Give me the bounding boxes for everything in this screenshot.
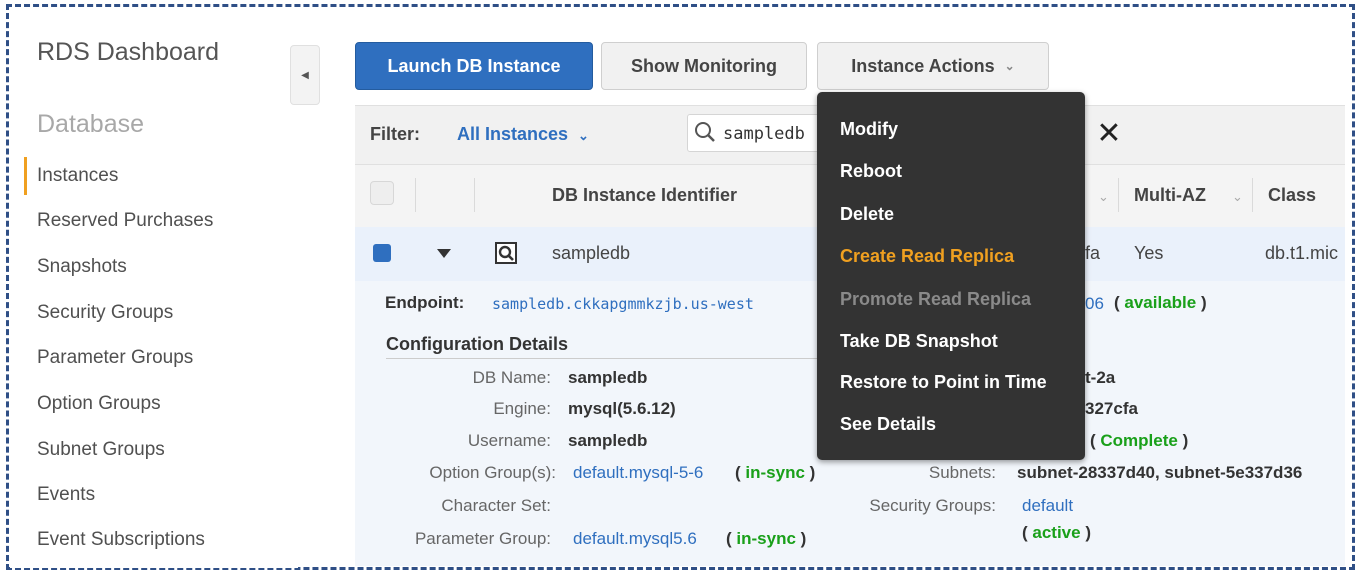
menu-item-delete[interactable]: Delete — [840, 204, 894, 225]
menu-item-see-details[interactable]: See Details — [840, 414, 936, 435]
option-group-status-badge: ( in-sync ) — [735, 463, 816, 482]
row-multi-az: Yes — [1134, 243, 1164, 263]
menu-item-modify[interactable]: Modify — [840, 119, 898, 140]
row-identifier: sampledb — [552, 243, 631, 263]
security-group-status: active — [1032, 523, 1081, 542]
security-group-status-badge: ( active ) — [1022, 523, 1091, 542]
sort-icon[interactable]: ⌄ — [1232, 189, 1243, 205]
sidebar-item-snapshots[interactable]: Snapshots — [37, 256, 127, 278]
sidebar-section-database: Database — [37, 110, 145, 138]
column-header-class[interactable]: Class — [1268, 185, 1316, 206]
expand-caret-icon[interactable] — [437, 249, 451, 259]
subnet-group-status-badge: ( Complete ) — [1090, 431, 1189, 450]
menu-item-promote-read-replica: Promote Read Replica — [840, 289, 1032, 309]
endpoint-label: Endpoint: — [385, 293, 465, 312]
filter-value: All Instances — [457, 124, 569, 144]
column-divider — [1252, 178, 1253, 212]
chevron-down-icon: ⌄ — [578, 128, 589, 143]
column-divider — [474, 178, 475, 212]
subnet-group-status: Complete — [1100, 431, 1178, 450]
inspect-icon[interactable] — [495, 242, 517, 264]
endpoint-port: 06 — [1085, 294, 1104, 313]
configuration-title: Configuration Details — [386, 334, 569, 354]
column-divider — [1118, 178, 1119, 212]
sidebar-item-security-groups[interactable]: Security Groups — [37, 302, 173, 324]
sidebar-item-instances[interactable]: Instances — [37, 165, 118, 187]
db-name-value: sampledb — [568, 368, 648, 387]
chevron-left-icon: ◀ — [301, 69, 309, 81]
collapse-sidebar-button[interactable]: ◀ — [290, 45, 320, 105]
parameter-group-status: in-sync — [736, 529, 796, 548]
sidebar-title[interactable]: RDS Dashboard — [37, 38, 219, 67]
column-header-multi-az[interactable]: Multi-AZ — [1134, 185, 1206, 206]
sidebar-item-events[interactable]: Events — [37, 484, 95, 506]
vpc-partial: 327cfa — [1085, 399, 1138, 418]
column-header-identifier[interactable]: DB Instance Identifier — [552, 185, 737, 206]
chevron-down-icon: ⌄ — [1004, 59, 1015, 73]
show-monitoring-button[interactable]: Show Monitoring — [601, 42, 807, 90]
username-label: Username: — [467, 431, 551, 450]
launch-db-instance-button[interactable]: Launch DB Instance — [355, 42, 593, 90]
subnets-value: subnet-28337d40, subnet-5e337d36 — [1017, 463, 1303, 482]
clear-search-icon[interactable]: ✕ — [1094, 116, 1124, 150]
instance-actions-label: Instance Actions — [851, 55, 995, 76]
menu-item-restore-to-point-in-time[interactable]: Restore to Point in Time — [840, 372, 1047, 393]
select-all-checkbox[interactable] — [370, 181, 394, 205]
availability-zone-partial: t-2a — [1085, 368, 1116, 387]
endpoint-value[interactable]: sampledb.ckkapgmmkzjb.us-west — [492, 295, 754, 313]
search-icon — [695, 122, 715, 142]
instance-actions-button[interactable]: Instance Actions ⌄ — [817, 42, 1049, 90]
sidebar-item-reserved-purchases[interactable]: Reserved Purchases — [37, 210, 213, 232]
instance-actions-menu: Modify Reboot Delete Create Read Replica… — [817, 92, 1085, 460]
db-name-label: DB Name: — [472, 368, 551, 387]
subnets-label: Subnets: — [928, 463, 996, 482]
option-group-label: Option Group(s): — [429, 463, 556, 482]
menu-item-take-db-snapshot[interactable]: Take DB Snapshot — [840, 331, 998, 352]
sort-icon[interactable]: ⌄ — [1098, 189, 1109, 205]
row-class: db.t1.mic — [1265, 243, 1339, 263]
endpoint-status: available — [1124, 293, 1197, 312]
parameter-group-status-badge: ( in-sync ) — [726, 529, 807, 548]
filter-dropdown[interactable]: All Instances ⌄ — [457, 124, 589, 145]
engine-label: Engine: — [493, 399, 551, 418]
menu-item-create-read-replica[interactable]: Create Read Replica — [840, 246, 1014, 267]
row-partial-value: fa — [1085, 243, 1101, 263]
security-group-link[interactable]: default — [1022, 496, 1073, 516]
search-value: sampledb — [723, 124, 805, 144]
menu-item-reboot[interactable]: Reboot — [840, 161, 902, 182]
sidebar-item-parameter-groups[interactable]: Parameter Groups — [37, 347, 193, 369]
username-value: sampledb — [568, 431, 648, 450]
column-divider — [415, 178, 416, 212]
engine-value: mysql(5.6.12) — [568, 399, 676, 418]
active-indicator — [24, 157, 27, 195]
sidebar-item-option-groups[interactable]: Option Groups — [37, 393, 161, 415]
parameter-group-link[interactable]: default.mysql5.6 — [573, 529, 697, 549]
filter-label: Filter: — [370, 124, 421, 144]
character-set-label: Character Set: — [441, 496, 551, 515]
parameter-group-label: Parameter Group: — [414, 529, 551, 548]
row-checkbox[interactable] — [373, 244, 391, 262]
divider — [386, 358, 841, 359]
sidebar-item-event-subscriptions[interactable]: Event Subscriptions — [37, 529, 205, 551]
sidebar-item-subnet-groups[interactable]: Subnet Groups — [37, 439, 165, 461]
option-group-link[interactable]: default.mysql-5-6 — [573, 463, 703, 483]
security-groups-label: Security Groups: — [869, 496, 996, 515]
option-group-status: in-sync — [745, 463, 805, 482]
endpoint-status-badge: ( available ) — [1114, 293, 1207, 312]
